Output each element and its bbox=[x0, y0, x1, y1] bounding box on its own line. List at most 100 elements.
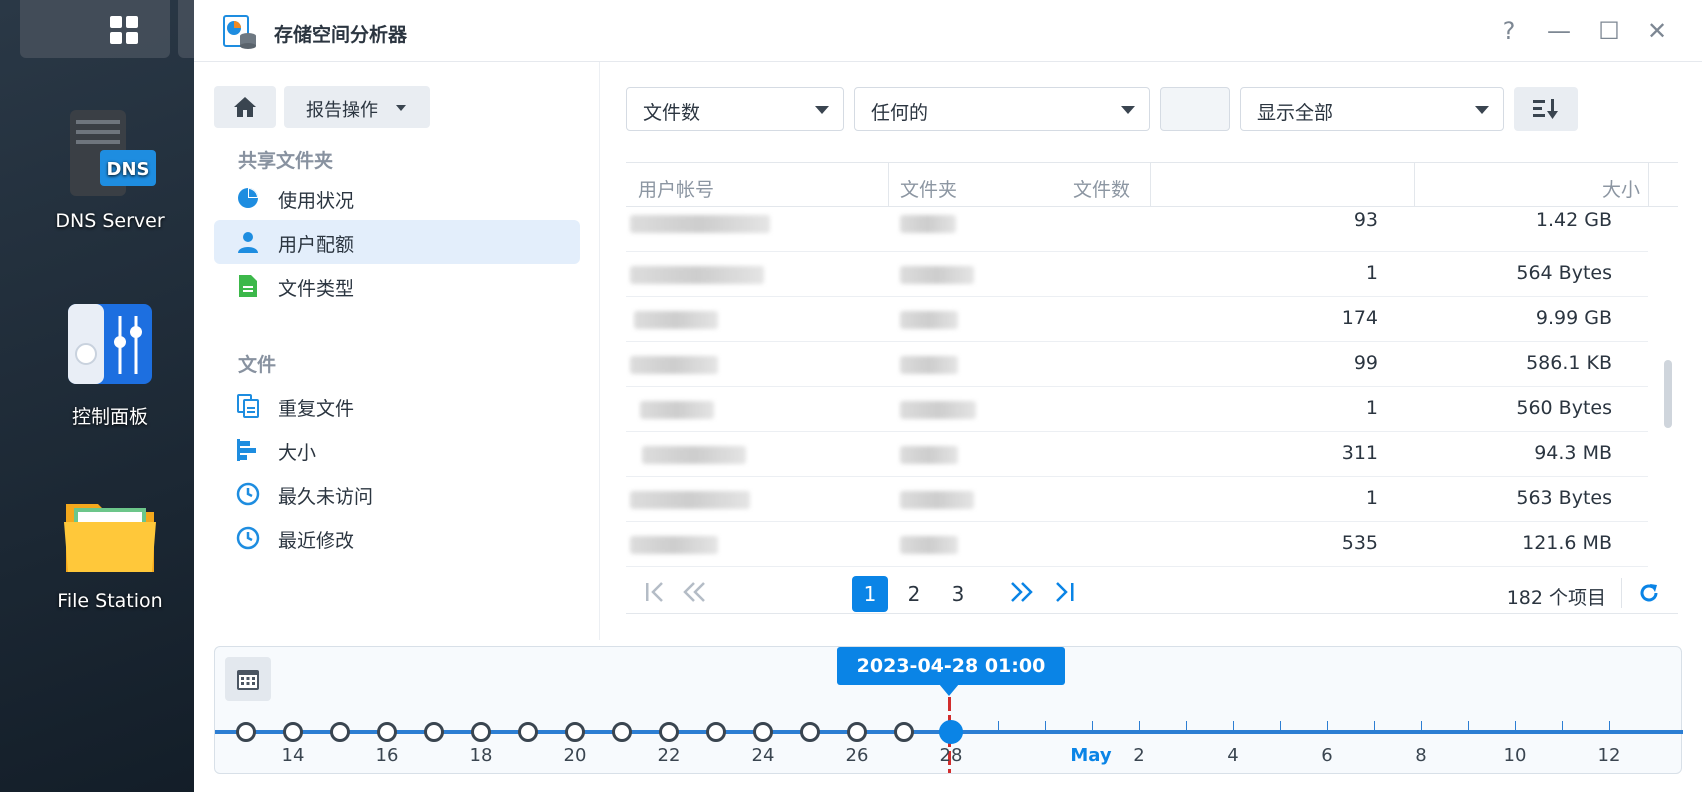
desktop-app-file-station[interactable]: File Station bbox=[30, 488, 190, 612]
snapshot-dot[interactable] bbox=[753, 722, 773, 742]
column-header-folder[interactable]: 文件夹 bbox=[900, 175, 957, 202]
first-page-icon[interactable] bbox=[644, 582, 668, 602]
file-count-cell: 93 bbox=[1353, 209, 1378, 231]
snapshot-dot[interactable] bbox=[377, 722, 397, 742]
sidebar-item-label: 大小 bbox=[278, 442, 317, 464]
redacted-user bbox=[634, 311, 718, 329]
previous-page-icon[interactable] bbox=[682, 582, 708, 602]
value-input[interactable] bbox=[1160, 87, 1230, 131]
timeline-day-label: 12 bbox=[1597, 745, 1621, 766]
maximize-button[interactable]: ☐ bbox=[1594, 16, 1624, 46]
snapshot-dot[interactable] bbox=[236, 722, 256, 742]
sidebar-item-usage[interactable]: 使用状况 bbox=[214, 176, 580, 220]
sidebar-item-file-types[interactable]: 文件类型 bbox=[214, 264, 580, 308]
report-actions-button[interactable]: 报告操作 bbox=[284, 86, 430, 128]
display-select[interactable]: 显示全部 bbox=[1240, 87, 1504, 131]
snapshot-dot[interactable] bbox=[706, 722, 726, 742]
redacted-folder bbox=[900, 311, 958, 329]
page-1-button[interactable]: 1 bbox=[852, 576, 888, 612]
page-3-button[interactable]: 3 bbox=[940, 576, 976, 612]
redacted-folder bbox=[900, 356, 958, 374]
snapshot-dot-current[interactable] bbox=[939, 720, 963, 744]
total-items: 182 个项目 bbox=[1506, 587, 1606, 609]
snapshot-dot[interactable] bbox=[847, 722, 867, 742]
column-header-size[interactable]: 大小 bbox=[1602, 175, 1640, 202]
timeline-tick bbox=[1280, 721, 1281, 731]
snapshot-dot[interactable] bbox=[565, 722, 585, 742]
duplicate-icon bbox=[237, 394, 259, 418]
pagination-bar: 1 2 3 182 个项目 bbox=[626, 570, 1678, 614]
desktop-app-control-panel[interactable]: 控制面板 bbox=[30, 300, 190, 429]
clock-icon bbox=[236, 482, 260, 506]
desktop-app-dns-server[interactable]: DNS DNS Server bbox=[30, 108, 190, 232]
user-icon bbox=[238, 232, 258, 253]
metric-select[interactable]: 文件数 bbox=[626, 87, 844, 131]
column-header-user[interactable]: 用户帐号 bbox=[638, 175, 714, 202]
table-row[interactable]: 1 563 Bytes bbox=[626, 477, 1648, 522]
sidebar-item-size[interactable]: 大小 bbox=[214, 428, 580, 472]
snapshot-dot[interactable] bbox=[330, 722, 350, 742]
size-cell: 1.42 GB bbox=[1535, 209, 1612, 231]
close-button[interactable]: ✕ bbox=[1642, 16, 1672, 46]
table-row[interactable]: 93 1.42 GB bbox=[626, 207, 1648, 252]
table-row[interactable]: 535 121.6 MB bbox=[626, 522, 1648, 567]
redacted-folder bbox=[900, 401, 976, 419]
refresh-icon[interactable] bbox=[1638, 582, 1660, 604]
redacted-user bbox=[630, 266, 764, 284]
snapshot-dot[interactable] bbox=[894, 722, 914, 742]
file-count-cell: 1 bbox=[1365, 487, 1378, 509]
main-menu-button[interactable] bbox=[20, 0, 170, 58]
condition-select[interactable]: 任何的 bbox=[854, 87, 1150, 131]
calendar-button[interactable] bbox=[225, 657, 271, 701]
table-scrollbar[interactable] bbox=[1664, 360, 1672, 428]
table-row[interactable]: 311 94.3 MB bbox=[626, 432, 1648, 477]
timeline-tick bbox=[1515, 721, 1516, 731]
sidebar-item-least-accessed[interactable]: 最久未访问 bbox=[214, 472, 580, 516]
snapshot-dot[interactable] bbox=[283, 722, 303, 742]
table-header: 用户帐号 文件夹 文件数 大小 bbox=[626, 163, 1678, 207]
sidebar: 报告操作 共享文件夹 使用状况 用户配额 文件类型 文件 重复文件 大小 最久未… bbox=[194, 62, 600, 640]
sidebar-item-duplicate-files[interactable]: 重复文件 bbox=[214, 384, 580, 428]
window-title: 存储空间分析器 bbox=[274, 24, 408, 46]
snapshot-dot[interactable] bbox=[471, 722, 491, 742]
timeline-day-label: 26 bbox=[845, 745, 869, 766]
column-header-file-count[interactable]: 文件数 bbox=[1073, 175, 1130, 202]
next-page-icon[interactable] bbox=[1008, 582, 1034, 602]
sort-button[interactable] bbox=[1514, 87, 1578, 131]
table-row[interactable]: 1 564 Bytes bbox=[626, 252, 1648, 297]
last-page-icon[interactable] bbox=[1052, 582, 1076, 602]
timeline-day-label: 2 bbox=[1133, 745, 1145, 766]
snapshot-dot[interactable] bbox=[800, 722, 820, 742]
table-row[interactable]: 1 560 Bytes bbox=[626, 387, 1648, 432]
redacted-folder bbox=[900, 266, 974, 284]
sort-descending-icon bbox=[1533, 99, 1558, 119]
desktop-app-label: File Station bbox=[57, 590, 163, 612]
timeline-tick bbox=[1045, 721, 1046, 731]
redacted-user bbox=[630, 215, 770, 233]
size-cell: 121.6 MB bbox=[1522, 532, 1612, 554]
table-row[interactable]: 174 9.99 GB bbox=[626, 297, 1648, 342]
document-icon bbox=[239, 275, 257, 297]
table-row[interactable]: 99 586.1 KB bbox=[626, 342, 1648, 387]
timeline-tick bbox=[1233, 721, 1234, 731]
minimize-button[interactable]: — bbox=[1544, 16, 1574, 46]
snapshot-dot[interactable] bbox=[659, 722, 679, 742]
snapshot-dot[interactable] bbox=[424, 722, 444, 742]
redacted-folder bbox=[900, 446, 958, 464]
metric-select-value: 文件数 bbox=[643, 102, 701, 124]
page-2-button[interactable]: 2 bbox=[896, 576, 932, 612]
title-bar: 存储空间分析器 ? — ☐ ✕ bbox=[194, 0, 1702, 62]
snapshot-dot[interactable] bbox=[612, 722, 632, 742]
snapshot-timeline[interactable]: 2023-04-28 01:00 14 16 18 20 22 24 26 28 May 2 4 6 8… bbox=[214, 646, 1683, 774]
file-count-cell: 1 bbox=[1365, 262, 1378, 284]
help-button[interactable]: ? bbox=[1494, 16, 1524, 46]
sidebar-item-user-quota[interactable]: 用户配额 bbox=[214, 220, 580, 264]
home-button[interactable] bbox=[214, 86, 276, 128]
sidebar-item-recently-modified[interactable]: 最近修改 bbox=[214, 516, 580, 560]
timeline-day-label: 14 bbox=[281, 745, 305, 766]
redacted-user bbox=[630, 356, 718, 374]
snapshot-dot[interactable] bbox=[518, 722, 538, 742]
timeline-day-label: 4 bbox=[1227, 745, 1239, 766]
timeline-tick bbox=[1186, 721, 1187, 731]
current-snapshot-label: 2023-04-28 01:00 bbox=[837, 647, 1065, 685]
